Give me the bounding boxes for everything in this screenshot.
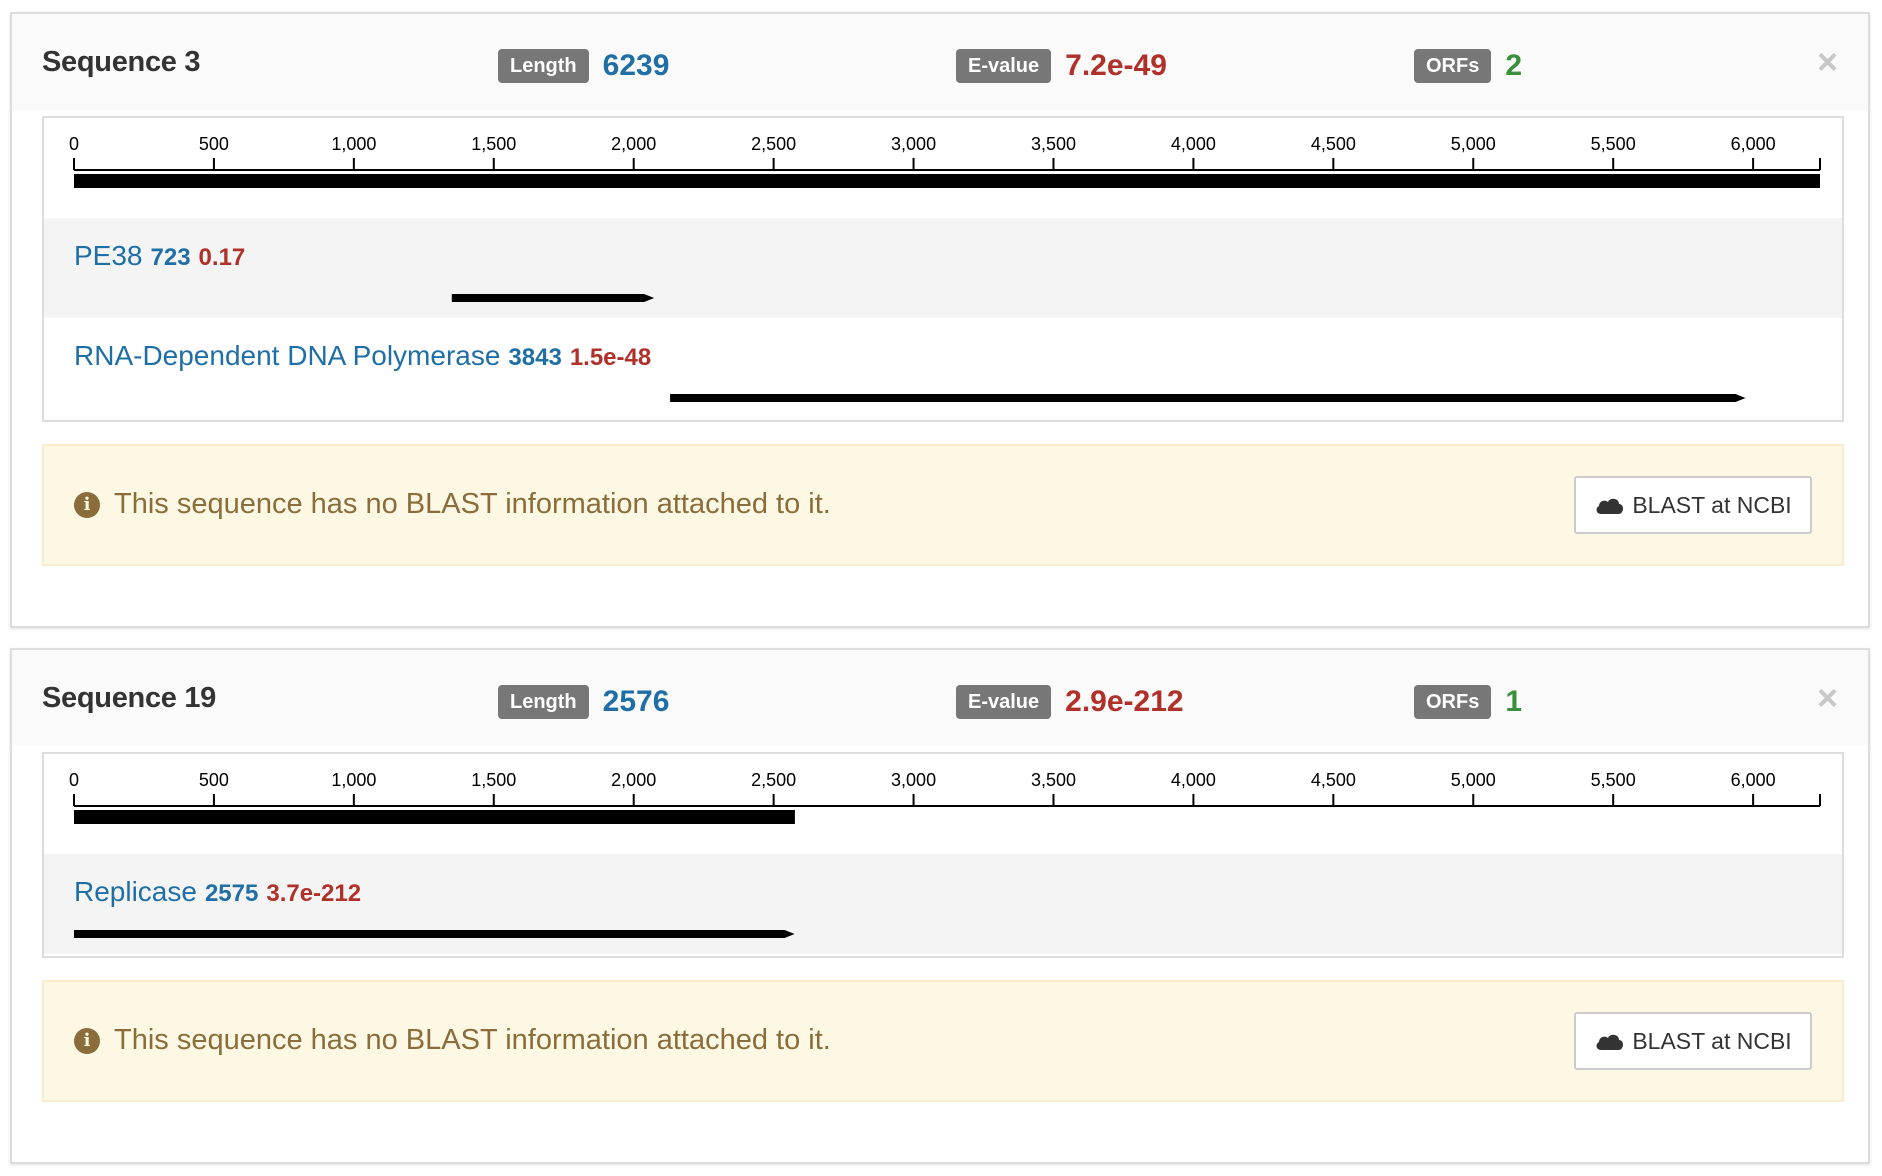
orfs-badge: ORFs [1414,685,1492,719]
evalue-stat: E-value 7.2e-49 [956,46,1167,86]
ruler-tick-label: 6,000 [1731,134,1776,154]
orf-track [451,294,655,302]
sequence-card: Sequence 3 Length 6239 E-value 7.2e-49 O… [10,12,1870,628]
orf-row: Replicase 2575 3.7e-212 [44,854,1842,954]
sequence-bar [74,174,1820,188]
orfs-value: 1 [1505,685,1523,718]
orf-row: RNA-Dependent DNA Polymerase 3843 1.5e-48 [44,318,1842,418]
orf-track [74,930,795,938]
ruler-tick-label: 2,000 [611,134,656,154]
length-value: 6239 [602,49,670,82]
sequence-title: Sequence 19 [42,682,217,714]
ruler-tick-label: 4,500 [1311,770,1356,790]
close-button[interactable]: × [1817,680,1838,716]
cloud-icon [1596,1034,1624,1050]
evalue-value: 2.9e-212 [1065,685,1184,718]
ruler-tick-label: 500 [199,770,229,790]
ruler-tick-label: 4,000 [1171,134,1216,154]
info-icon: i [74,492,100,518]
ruler-tick-label: 2,500 [751,770,796,790]
evalue-badge: E-value [956,685,1052,719]
ruler-tick-label: 5,500 [1591,134,1636,154]
alert-text: This sequence has no BLAST information a… [114,488,831,520]
ruler-tick-label: 0 [69,770,79,790]
ruler-tick-label: 1,000 [331,770,376,790]
ruler-tick-label: 2,000 [611,770,656,790]
orfs-stat: ORFs 1 [1414,682,1522,722]
evalue-badge: E-value [956,49,1052,83]
ruler-tick-label: 0 [69,134,79,154]
ruler-tick-label: 5,500 [1591,770,1636,790]
ruler-tick-label: 2,500 [751,134,796,154]
ruler-tick-label: 1,000 [331,134,376,154]
sequence-card: Sequence 19 Length 2576 E-value 2.9e-212… [10,648,1870,1164]
blast-at-ncbi-button[interactable]: BLAST at NCBI [1574,476,1812,534]
sequence-title: Sequence 3 [42,46,201,78]
ruler-tick-label: 1,500 [471,770,516,790]
orf-arrow [670,394,1746,402]
orf-row: PE38 723 0.17 [44,218,1842,318]
ruler-tick-label: 3,000 [891,134,936,154]
ruler-tick-label: 5,000 [1451,770,1496,790]
ruler: 0 500 1,000 1,500 2,000 2,500 3,000 3,500 4,000 4… [69,770,1821,824]
no-blast-alert: i This sequence has no BLAST information… [42,980,1844,1102]
sequence-bar [74,810,795,824]
ruler-tick-label: 3,500 [1031,770,1076,790]
orf-map: 0 500 1,000 1,500 2,000 2,500 3,000 3,500 4,000 4… [42,752,1844,958]
blast-button-label: BLAST at NCBI [1632,1027,1792,1054]
length-stat: Length 6239 [498,46,669,86]
card-header [12,14,1868,110]
cloud-icon [1596,498,1624,514]
orf-track [670,394,1746,402]
evalue-stat: E-value 2.9e-212 [956,682,1184,722]
ruler-tick-label: 4,500 [1311,134,1356,154]
ruler: 0 500 1,000 1,500 2,000 2,500 3,000 3,500 4,000 4… [69,134,1821,188]
length-value: 2576 [602,685,670,718]
ruler-tick-label: 500 [199,134,229,154]
orfs-value: 2 [1505,49,1523,82]
ruler-tick-label: 1,500 [471,134,516,154]
blast-at-ncbi-button[interactable]: BLAST at NCBI [1574,1012,1812,1070]
evalue-value: 7.2e-49 [1065,49,1167,82]
ruler-tick-label: 5,000 [1451,134,1496,154]
orf-arrow [74,930,795,938]
ruler-tick-label: 6,000 [1731,770,1776,790]
orf-arrow [451,294,655,302]
blast-button-label: BLAST at NCBI [1632,491,1792,518]
no-blast-alert: i This sequence has no BLAST information… [42,444,1844,566]
orfs-badge: ORFs [1414,49,1492,83]
ruler-tick-label: 4,000 [1171,770,1216,790]
close-button[interactable]: × [1817,44,1838,80]
length-badge: Length [498,685,589,719]
orf-map: 0 500 1,000 1,500 2,000 2,500 3,000 3,500 4,000 4… [42,116,1844,422]
info-icon: i [74,1028,100,1054]
card-header [12,650,1868,746]
length-stat: Length 2576 [498,682,669,722]
length-badge: Length [498,49,589,83]
alert-text: This sequence has no BLAST information a… [114,1024,831,1056]
ruler-tick-label: 3,500 [1031,134,1076,154]
orfs-stat: ORFs 2 [1414,46,1522,86]
ruler-tick-label: 3,000 [891,770,936,790]
